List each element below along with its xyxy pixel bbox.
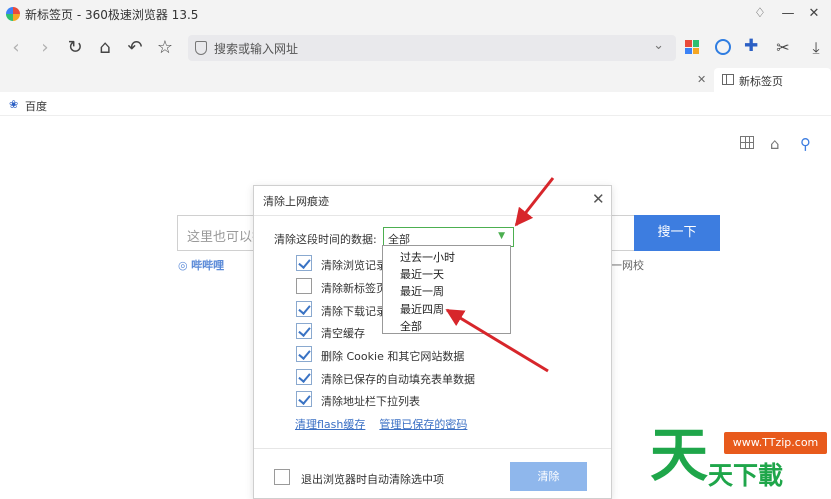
home-button[interactable]: ⌂: [94, 37, 116, 59]
close-tab-icon[interactable]: ✕: [697, 73, 706, 86]
close-icon[interactable]: ✕: [592, 190, 605, 208]
option-label: 清除已保存的自动填充表单数据: [321, 373, 475, 386]
skin-icon[interactable]: ♢: [750, 4, 770, 24]
quick-link-label: 哔哔哩: [191, 259, 225, 272]
option-label: 清除新标签页: [321, 282, 387, 295]
dropdown-option[interactable]: 过去一小时: [400, 249, 455, 265]
reload-button[interactable]: ↻: [64, 37, 86, 59]
dropdown-option[interactable]: 最近四周: [400, 301, 444, 317]
checkbox[interactable]: [296, 255, 312, 271]
window-title: 新标签页 - 360极速浏览器 13.5: [25, 8, 199, 22]
checkbox[interactable]: [296, 369, 312, 385]
option-label: 删除 Cookie 和其它网站数据: [321, 350, 465, 363]
time-range-select[interactable]: 全部 ▼: [383, 227, 514, 247]
clear-flash-link[interactable]: 清理flash缓存: [295, 418, 365, 431]
minimize-button[interactable]: —: [778, 4, 798, 24]
manage-passwords-link[interactable]: 管理已保存的密码: [379, 418, 467, 431]
back-button[interactable]: ‹: [5, 37, 27, 59]
tab-bar: ✕ 新标签页: [0, 68, 831, 92]
auto-clear-label: 退出浏览器时自动清除选中项: [301, 473, 444, 486]
search-icon[interactable]: ⚲: [800, 135, 811, 153]
baidu-paw-icon: ❀: [9, 98, 19, 111]
forward-button[interactable]: ›: [34, 37, 56, 59]
dropdown-option[interactable]: 全部: [400, 318, 422, 334]
watermark-url: www.TTzip.com: [724, 432, 827, 454]
time-range-dropdown: 过去一小时 最近一天 最近一周 最近四周 全部: [382, 245, 511, 334]
checkbox[interactable]: [296, 323, 312, 339]
undo-close-button[interactable]: ↶: [124, 37, 146, 59]
scissors-icon[interactable]: ✂: [772, 37, 794, 59]
checkbox[interactable]: [296, 278, 312, 294]
navigation-bar: ‹ › ↻ ⌂ ↶ ☆ 搜索或输入网址 ⌄ ✚ ✂ ⤓: [0, 28, 831, 68]
page-icon: [722, 74, 734, 85]
apps-grid-icon[interactable]: [740, 136, 754, 149]
time-range-label: 清除这段时间的数据:: [274, 233, 377, 246]
triangle-down-icon: ▼: [498, 231, 505, 241]
shield-icon: [195, 41, 207, 55]
divider: [254, 448, 611, 449]
checkbox[interactable]: [296, 346, 312, 362]
tab-label: 新标签页: [739, 75, 783, 88]
browser-logo-icon: [6, 7, 20, 21]
address-bar[interactable]: 搜索或输入网址 ⌄: [188, 35, 676, 61]
circle-icon[interactable]: [715, 39, 731, 55]
home-icon[interactable]: ⌂: [770, 135, 780, 153]
clear-button[interactable]: 清除: [510, 462, 587, 491]
title-bar: 新标签页 - 360极速浏览器 13.5 ♢ — ✕: [0, 0, 831, 28]
bookmark-baidu[interactable]: 百度: [25, 98, 47, 114]
dialog-links: 清理flash缓存 管理已保存的密码: [295, 416, 481, 432]
dialog-title: 清除上网痕迹: [263, 195, 329, 208]
watermark-logo: 天: [650, 421, 708, 489]
option-label: 清空缓存: [321, 327, 365, 340]
checkbox[interactable]: [296, 391, 312, 407]
option-label: 清除地址栏下拉列表: [321, 395, 420, 408]
quick-link-bilibili[interactable]: ◎ 哔哔哩: [178, 257, 224, 273]
puzzle-icon[interactable]: ✚: [744, 36, 758, 56]
checkbox[interactable]: [296, 301, 312, 317]
bookmark-star-button[interactable]: ☆: [154, 37, 176, 59]
option-label: 清除浏览记录: [321, 259, 387, 272]
divider: [254, 215, 611, 216]
bookmarks-bar: ❀ 百度: [0, 92, 831, 116]
tab-new-tab[interactable]: 新标签页: [714, 68, 831, 92]
auto-clear-checkbox[interactable]: [274, 469, 290, 485]
dropdown-option[interactable]: 最近一天: [400, 266, 444, 282]
close-window-button[interactable]: ✕: [804, 4, 824, 24]
download-icon[interactable]: ⤓: [805, 37, 827, 59]
watermark-text: 天下載: [708, 461, 784, 490]
colored-grid-icon[interactable]: [685, 40, 699, 54]
clear-history-dialog: 清除上网痕迹 ✕ 清除这段时间的数据: 全部 ▼ 清除浏览记录 清除新标签页 清…: [253, 185, 612, 499]
chevron-down-icon[interactable]: ⌄: [653, 38, 664, 53]
search-button[interactable]: 搜一下: [634, 215, 720, 251]
dropdown-option[interactable]: 最近一周: [400, 283, 444, 299]
address-placeholder: 搜索或输入网址: [214, 42, 299, 56]
option-label: 清除下载记录: [321, 305, 387, 318]
